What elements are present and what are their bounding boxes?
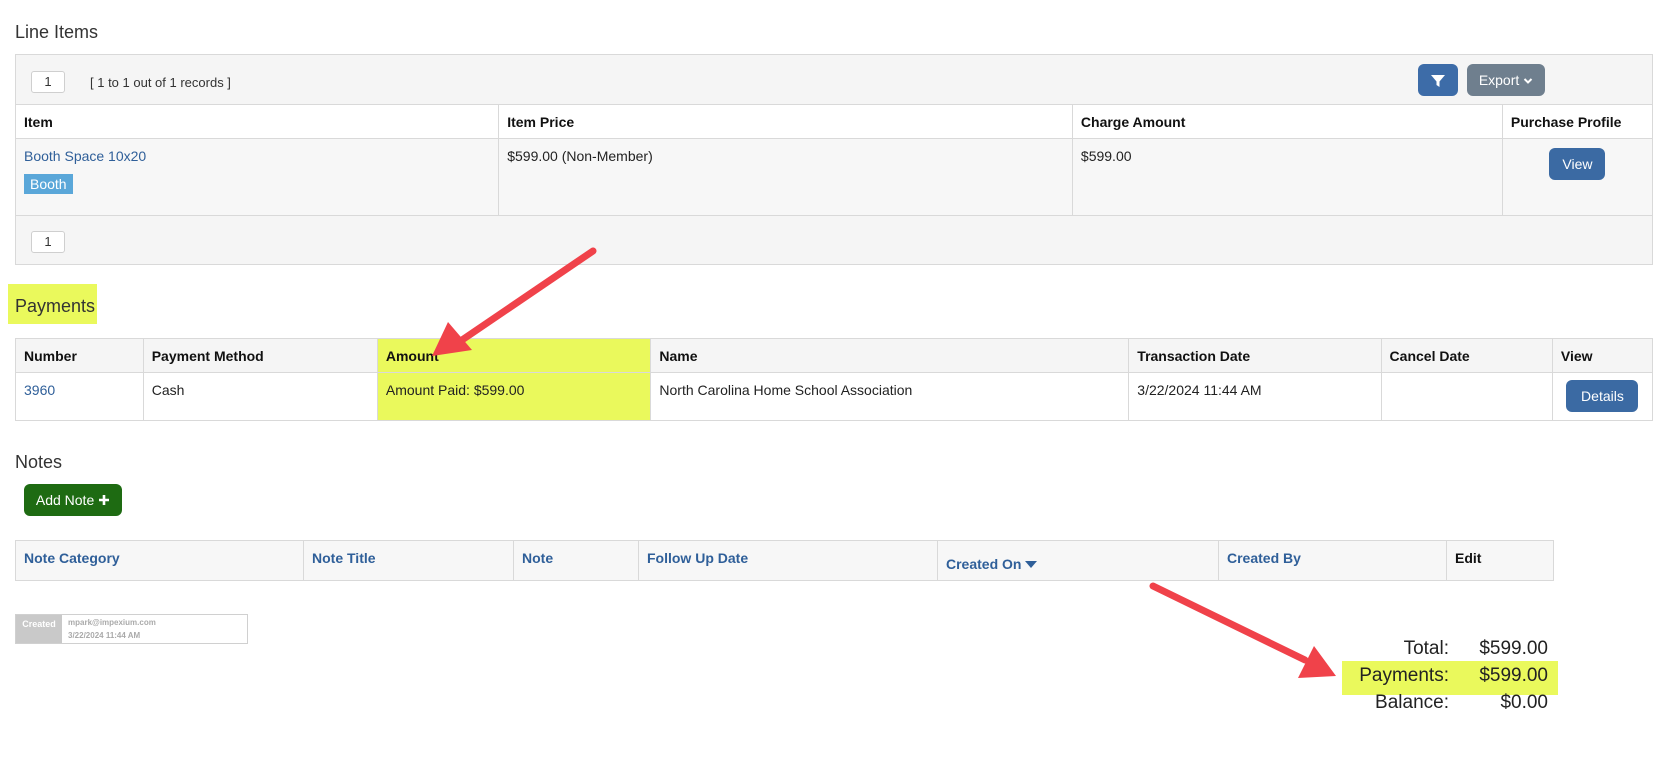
arrow-to-payments-total — [1149, 582, 1336, 678]
arrow-to-amount — [432, 247, 597, 356]
annotation-overlay — [432, 247, 1336, 678]
